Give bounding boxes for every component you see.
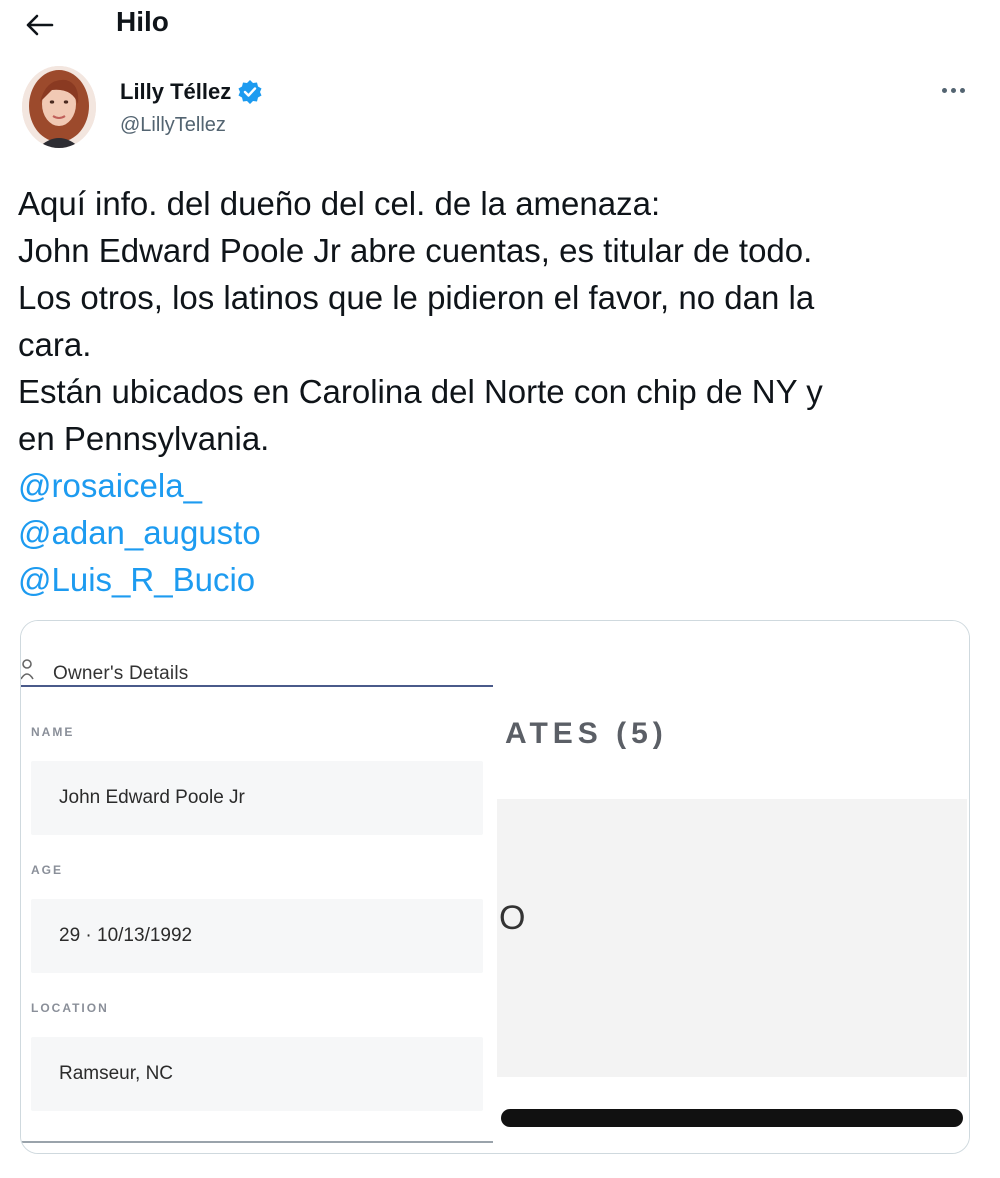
author-name[interactable]: Lilly Téllez — [120, 79, 231, 105]
back-arrow-icon[interactable] — [22, 8, 56, 42]
right-panel-letter: O — [499, 899, 526, 937]
redaction-bar — [501, 1109, 963, 1127]
right-panel: ATES (5) O — [493, 621, 969, 1153]
author-handle[interactable]: @LillyTellez — [120, 114, 226, 137]
person-icon — [21, 657, 39, 683]
author-name-row[interactable]: Lilly Téllez — [120, 76, 263, 108]
owner-details-panel: Owner's Details NAME John Edward Poole J… — [21, 621, 493, 1153]
tweet-line: cara. — [18, 326, 92, 363]
age-value: 29 · 10/13/1992 — [59, 925, 193, 946]
panel-title: Owner's Details — [53, 663, 189, 684]
divider — [21, 1141, 493, 1143]
location-label: LOCATION — [31, 1001, 109, 1015]
tweet-line: en Pennsylvania. — [18, 420, 270, 457]
tweet-line: Los otros, los latinos que le pidieron e… — [18, 279, 815, 316]
location-field: Ramseur, NC — [31, 1037, 483, 1111]
mention-link[interactable]: @Luis_R_Bucio — [18, 556, 978, 603]
right-panel-box — [497, 799, 967, 1077]
tweet-line: Están ubicados en Carolina del Norte con… — [18, 373, 823, 410]
verified-badge-icon — [237, 79, 263, 105]
age-field: 29 · 10/13/1992 — [31, 899, 483, 973]
more-icon[interactable] — [935, 80, 971, 100]
name-label: NAME — [31, 725, 75, 739]
mention-link[interactable]: @adan_augusto — [18, 509, 978, 556]
tweet-text: Aquí info. del dueño del cel. de la amen… — [18, 180, 978, 603]
name-value: John Edward Poole Jr — [59, 787, 245, 808]
tweet-image[interactable]: Owner's Details NAME John Edward Poole J… — [20, 620, 970, 1154]
panel-header: Owner's Details — [21, 637, 493, 687]
location-value: Ramseur, NC — [59, 1063, 174, 1084]
age-label: AGE — [31, 863, 64, 877]
name-field: John Edward Poole Jr — [31, 761, 483, 835]
tweet-line: Aquí info. del dueño del cel. de la amen… — [18, 185, 661, 222]
page-title: Hilo — [116, 6, 169, 37]
thread-header: Hilo — [0, 0, 1000, 52]
mention-link[interactable]: @rosaicela_ — [18, 462, 978, 509]
right-panel-title: ATES (5) — [505, 717, 668, 750]
avatar[interactable] — [22, 66, 96, 148]
tweet-line: John Edward Poole Jr abre cuentas, es ti… — [18, 232, 813, 269]
